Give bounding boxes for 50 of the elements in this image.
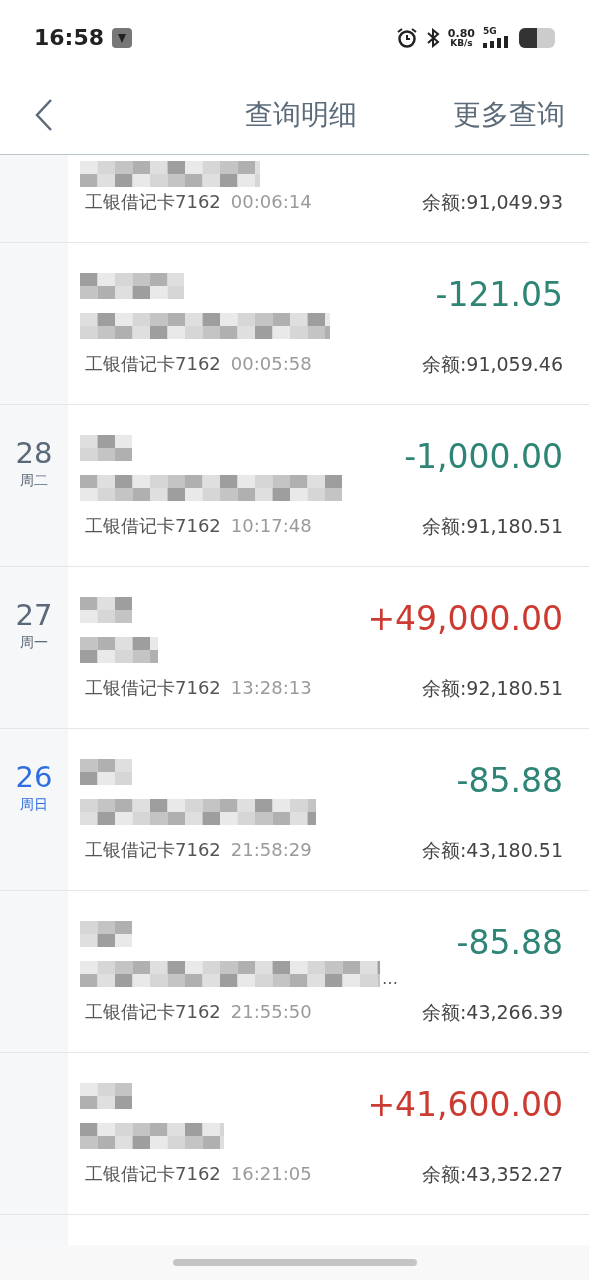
transaction-time: 21:58:29	[230, 838, 312, 863]
network-type: 5G	[483, 27, 497, 36]
transaction-time: 16:21:05	[230, 1162, 312, 1187]
signal-icon	[483, 36, 511, 48]
weekday-label: 周日	[20, 795, 48, 813]
transaction-time: 00:05:58	[230, 352, 312, 377]
day-number: 26	[15, 759, 53, 795]
amount: +49,000.00	[367, 599, 563, 639]
page-title: 查询明细	[244, 96, 357, 133]
alarm-icon	[395, 26, 418, 49]
balance: 余额:43,352.27	[421, 1161, 563, 1187]
card-name: 工银借记卡7162	[85, 514, 221, 539]
amount: -1,000.00	[404, 437, 563, 477]
day-number: 28	[15, 435, 53, 471]
transaction-time: 10:17:48	[230, 514, 312, 539]
balance: 余额:92,180.51	[421, 675, 563, 701]
amount: -85.88	[456, 761, 563, 801]
weekday-label: 周一	[20, 633, 48, 651]
mosaic-drawing	[80, 597, 132, 623]
card-name: 工银借记卡7162	[85, 1162, 221, 1187]
day-number: 27	[15, 597, 53, 633]
mosaic-drawing	[80, 1083, 132, 1109]
app-notification-icon	[112, 27, 133, 48]
battery-icon	[519, 27, 555, 48]
mosaic-drawing	[80, 921, 132, 947]
amount: -121.05	[435, 275, 563, 315]
mosaic-drawing	[80, 435, 132, 461]
amount: -85.88	[456, 923, 563, 963]
card-name: 工银借记卡7162	[85, 838, 221, 863]
balance: 余额:91,059.46	[421, 351, 563, 377]
transaction-time: 13:28:13	[230, 676, 312, 701]
balance: 余额:91,180.51	[421, 513, 563, 539]
net-speed-unit: KB/s	[450, 38, 473, 48]
card-name: 工银借记卡7162	[85, 676, 221, 701]
balance: 余额:43,180.51	[421, 837, 563, 863]
bluetooth-icon	[425, 27, 440, 48]
card-name: 工银借记卡7162	[85, 190, 221, 215]
ellipsis: …	[382, 971, 398, 987]
card-name: 工银借记卡7162	[85, 352, 221, 377]
card-name: 工银借记卡7162	[85, 1000, 221, 1025]
mosaic-drawing	[80, 759, 132, 785]
balance: 余额:91,049.93	[421, 189, 563, 215]
transaction-time: 21:55:50	[230, 1000, 312, 1025]
status-time: 16:58	[34, 24, 105, 52]
amount: +41,600.00	[367, 1085, 563, 1125]
transaction-time: 00:06:14	[230, 190, 312, 215]
weekday-label: 周二	[20, 471, 48, 489]
balance: 余额:43,266.39	[421, 999, 563, 1025]
more-query-button[interactable]: 更多查询	[453, 93, 565, 136]
net-speed-value: 0.80	[447, 27, 475, 39]
